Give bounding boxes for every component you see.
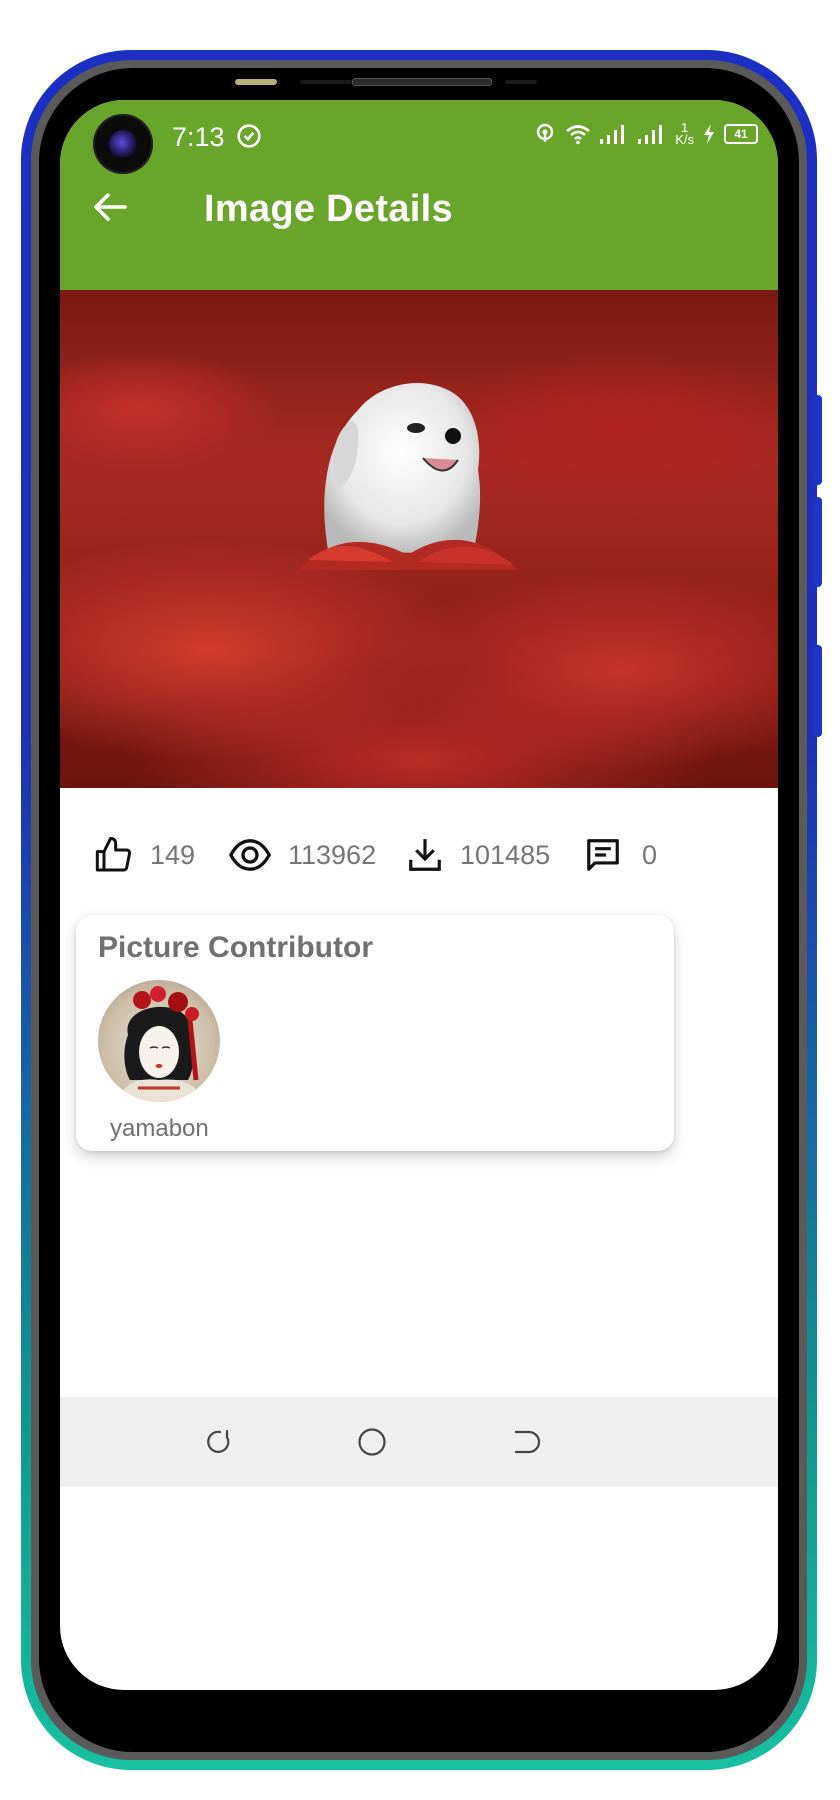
- views-stat: 113962: [228, 810, 376, 900]
- image-stats: 149 113962 101485 0: [60, 810, 778, 900]
- earpiece-speaker: [352, 78, 492, 86]
- charging-icon: [704, 124, 714, 144]
- comment-icon: [587, 839, 619, 871]
- volume-up-button: [813, 395, 822, 485]
- comments-stat[interactable]: 0: [584, 810, 657, 900]
- hotspot-icon: [537, 123, 554, 142]
- home-icon: [358, 1428, 386, 1456]
- download-icon: [409, 839, 441, 871]
- views-count: 113962: [288, 839, 377, 870]
- page-title: Image Details: [204, 188, 453, 230]
- app-bar: 7:13 1 K/s 41 Image Details: [60, 100, 778, 290]
- sensor: [235, 79, 277, 85]
- home-button[interactable]: [352, 1422, 392, 1462]
- back-button[interactable]: [88, 185, 132, 229]
- sensor: [505, 80, 537, 84]
- downloads-count: 101485: [460, 839, 551, 870]
- battery-icon: 41: [724, 124, 758, 144]
- avatar-image: [118, 986, 202, 1102]
- network-speed: 1 K/s: [675, 120, 694, 147]
- contributor-avatar[interactable]: [98, 980, 220, 1102]
- data-saver-icon: [237, 124, 261, 148]
- comments-count: 0: [642, 839, 658, 870]
- sensor: [300, 80, 352, 84]
- status-time: 7:13: [172, 122, 262, 153]
- contributor-heading: Picture Contributor: [98, 931, 373, 964]
- likes-count: 149: [150, 839, 196, 870]
- volume-down-button: [813, 497, 822, 587]
- downloads-stat[interactable]: 101485: [406, 810, 550, 900]
- likes-stat[interactable]: 149: [94, 810, 195, 900]
- screen: 7:13 1 K/s 41 Image Details 149 113962 1…: [60, 100, 778, 1690]
- system-nav-bar: [60, 1397, 778, 1487]
- detail-image: [60, 290, 778, 788]
- back-arrow-icon: [94, 193, 127, 221]
- like-icon: [95, 836, 132, 872]
- contributor-name[interactable]: yamabon: [110, 1115, 209, 1143]
- signal-icon: [600, 125, 625, 144]
- power-button: [813, 645, 822, 737]
- recent-apps-icon: [207, 1429, 230, 1453]
- contributor-card: Picture Contributor yamabon: [76, 915, 674, 1151]
- front-camera: [93, 114, 153, 174]
- dog-in-flowers-image: [298, 382, 518, 570]
- back-nav-icon: [514, 1430, 541, 1454]
- wifi-icon: [566, 125, 591, 145]
- status-icons: 1 K/s 41: [533, 120, 758, 147]
- back-nav-button[interactable]: [506, 1422, 546, 1462]
- eye-icon: [228, 839, 272, 871]
- recent-apps-button[interactable]: [200, 1422, 240, 1462]
- signal-icon: [638, 125, 663, 144]
